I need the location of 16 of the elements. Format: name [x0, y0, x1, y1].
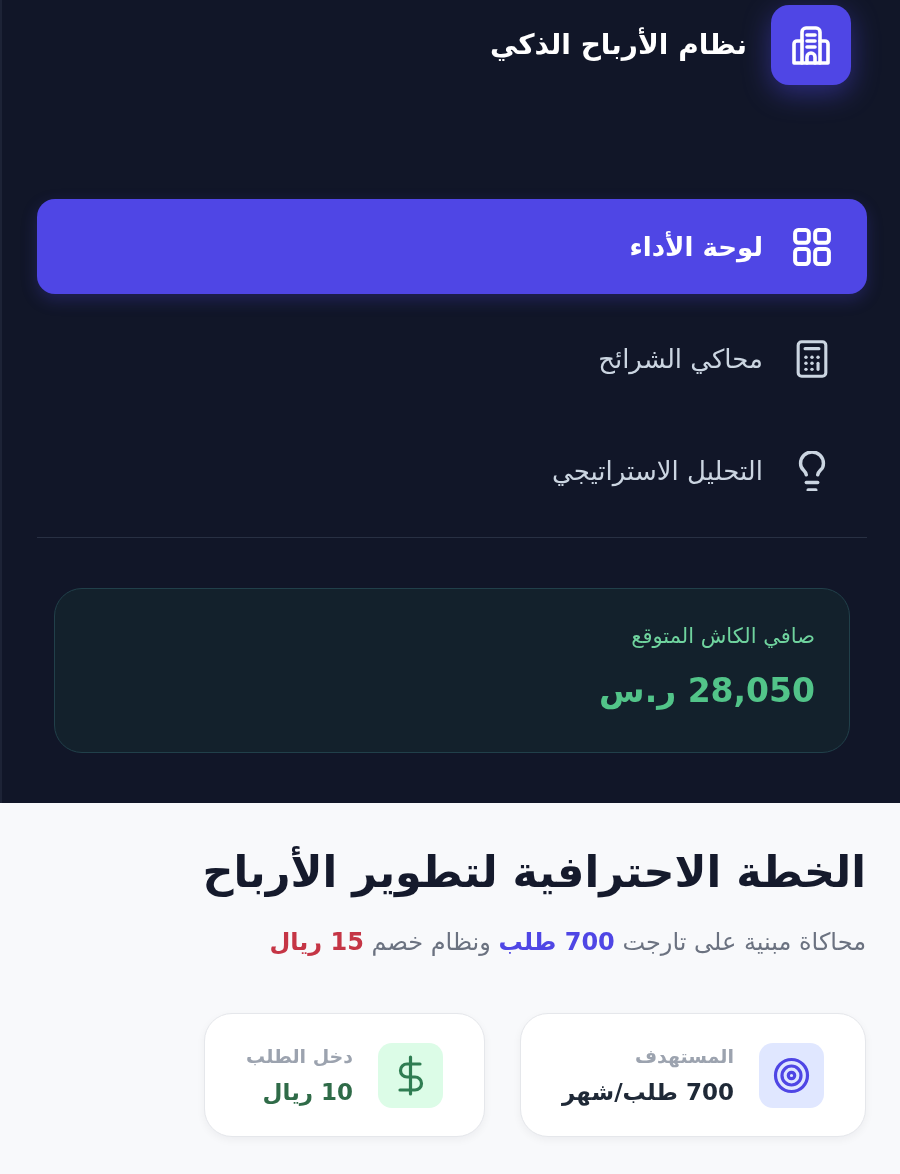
stat-label: دخل الطلب — [246, 1044, 354, 1069]
cash-label: صافي الكاش المتوقع — [631, 623, 815, 650]
dashboard-icon — [793, 227, 831, 266]
target-icon — [759, 1042, 824, 1108]
stat-label: المستهدف — [634, 1044, 734, 1070]
stat-value: 10 ريال — [262, 1078, 354, 1108]
app-title: نظام الأرباح الذكي — [490, 26, 747, 63]
dollar-icon — [378, 1042, 444, 1108]
nav-item[interactable]: التحليل الاستراتيجي — [37, 423, 867, 518]
nav-item[interactable]: لوحة الأداء — [37, 199, 867, 294]
building-icon — [771, 5, 851, 85]
stat-value: 700 طلب/شهر — [562, 1078, 734, 1108]
page-title: الخطة الاحترافية لتطوير الأرباح — [202, 845, 866, 900]
cash-value: 28,050 ر.س — [599, 670, 815, 712]
nav-item[interactable]: محاكي الشرائح — [37, 311, 867, 406]
page-subtitle: محاكاة مبنية على تارجت 700 طلب ونظام خصم 15 ريال — [269, 927, 866, 958]
